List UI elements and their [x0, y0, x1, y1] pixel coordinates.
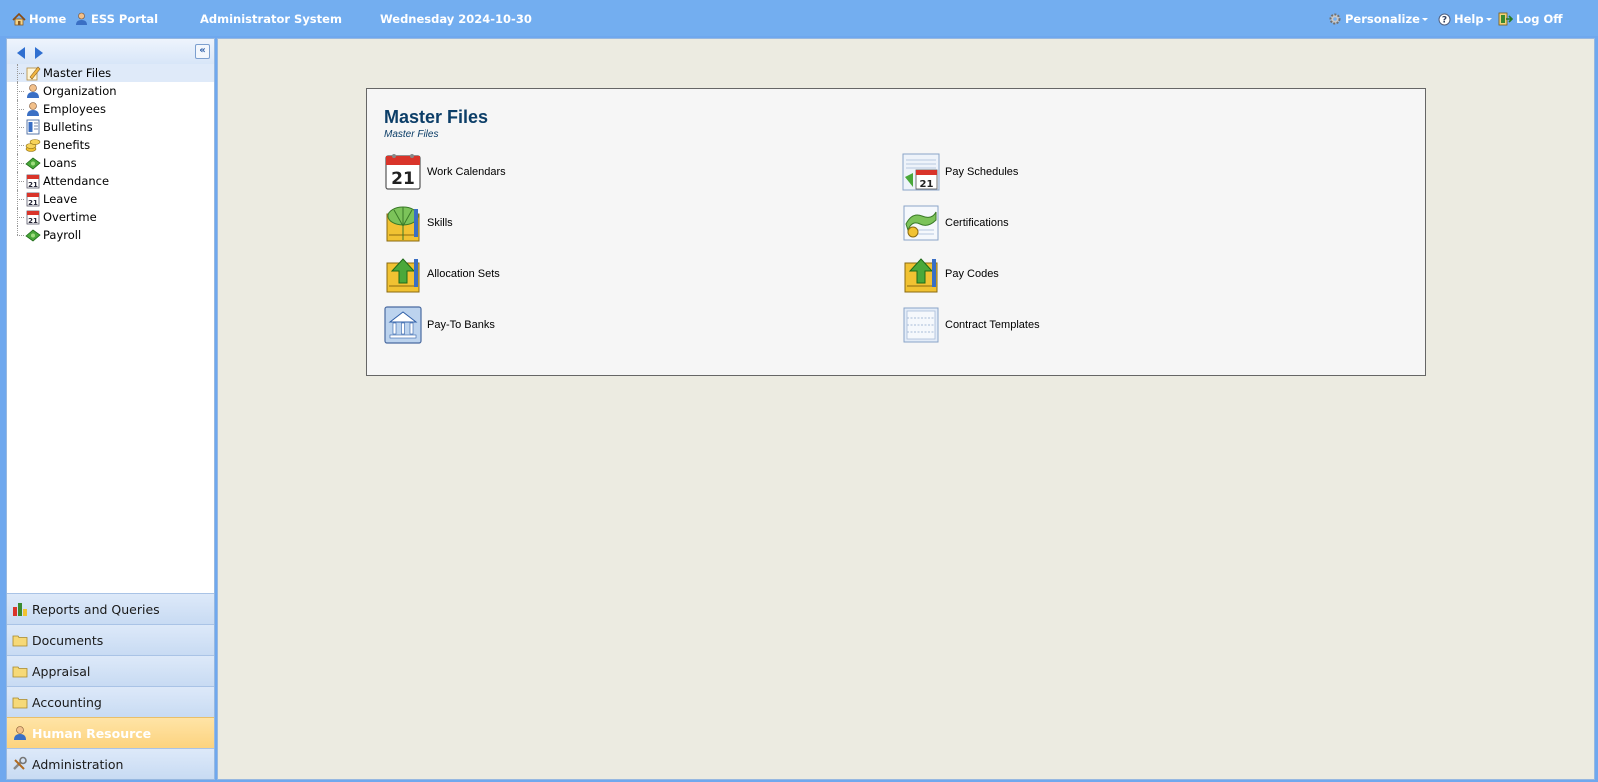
navigation-header: « [7, 39, 214, 65]
page-title: Master Files [384, 107, 489, 127]
money-icon [25, 155, 41, 171]
tree-item-benefits[interactable]: Benefits [7, 136, 214, 154]
certifications-link[interactable]: Certifications [902, 204, 1009, 242]
coins-icon [25, 137, 41, 153]
folder-icon [12, 632, 28, 648]
person-icon [25, 101, 41, 117]
tree-item-organization[interactable]: Organization [7, 82, 214, 100]
tree-item-employees[interactable]: Employees [7, 100, 214, 118]
svg-text:21: 21 [920, 179, 934, 190]
accordion-documents[interactable]: Documents [7, 624, 214, 655]
certificate-icon [902, 204, 940, 242]
pay-to-banks-link[interactable]: Pay-To Banks [384, 306, 495, 344]
accordion-human-resource[interactable]: Human Resource [7, 717, 214, 748]
module-accordion: Reports and Queries Documents Appraisal … [7, 593, 214, 779]
svg-text:21: 21 [391, 169, 415, 189]
gear-icon [1328, 12, 1342, 26]
collapse-panel-button[interactable]: « [195, 44, 210, 59]
chevron-down-icon [1421, 17, 1428, 21]
tree-item-bulletins[interactable]: Bulletins [7, 118, 214, 136]
person-icon [12, 725, 28, 741]
person-icon [75, 12, 88, 26]
svg-text:21: 21 [28, 181, 38, 189]
tree-item-payroll[interactable]: Payroll [7, 226, 214, 244]
navigation-tree: Master Files Organization Employees Bull… [7, 64, 214, 244]
home-link[interactable]: Home [12, 12, 66, 26]
folder-icon [12, 694, 28, 710]
page-subtitle: Master Files [384, 129, 439, 140]
main-content: Master Files Master Files 21 Work Calend… [217, 38, 1595, 780]
skills-link[interactable]: Skills [384, 204, 453, 242]
folder-icon [12, 663, 28, 679]
notebook-pencil-icon [25, 65, 41, 81]
skills-icon [384, 204, 422, 242]
bulletin-icon [25, 119, 41, 135]
bank-icon [384, 306, 422, 344]
accordion-administration[interactable]: Administration [7, 748, 214, 779]
svg-text:?: ? [1442, 15, 1447, 25]
chevron-down-icon [1485, 17, 1492, 21]
pay-schedule-icon: 21 [902, 153, 940, 191]
home-icon [12, 12, 26, 26]
contract-templates-link[interactable]: Contract Templates [902, 306, 1040, 344]
svg-text:21: 21 [28, 199, 38, 207]
tree-item-overtime[interactable]: 21 Overtime [7, 208, 214, 226]
pay-codes-icon [902, 255, 940, 293]
help-menu[interactable]: ? Help [1438, 12, 1492, 26]
person-icon [25, 83, 41, 99]
allocation-icon [384, 255, 422, 293]
accordion-appraisal[interactable]: Appraisal [7, 655, 214, 686]
tree-item-master-files[interactable]: Master Files [7, 64, 214, 82]
calendar-icon: 21 [25, 191, 41, 207]
system-name: Administrator System [200, 12, 342, 26]
tree-item-loans[interactable]: Loans [7, 154, 214, 172]
ess-portal-link[interactable]: ESS Portal [75, 12, 158, 26]
help-icon: ? [1438, 13, 1451, 26]
ess-portal-label: ESS Portal [91, 12, 159, 26]
calendar-icon: 21 [25, 209, 41, 225]
left-panel: « Master Files Organization Employees Bu… [6, 38, 215, 780]
personalize-label: Personalize [1345, 12, 1420, 26]
svg-text:21: 21 [28, 217, 38, 225]
current-date: Wednesday 2024-10-30 [380, 12, 532, 26]
personalize-menu[interactable]: Personalize [1328, 12, 1428, 26]
forward-arrow-icon[interactable] [35, 47, 43, 59]
logoff-icon [1498, 12, 1513, 26]
calendar-21-icon: 21 [384, 153, 422, 191]
pay-schedules-link[interactable]: 21 Pay Schedules [902, 153, 1018, 191]
reports-icon [12, 601, 28, 617]
top-bar: Home ESS Portal Administrator System Wed… [0, 0, 1598, 36]
contract-icon [902, 306, 940, 344]
allocation-sets-link[interactable]: Allocation Sets [384, 255, 500, 293]
master-files-panel: Master Files Master Files 21 Work Calend… [366, 88, 1426, 376]
accordion-reports-and-queries[interactable]: Reports and Queries [7, 593, 214, 624]
home-label: Home [29, 12, 67, 26]
tree-item-leave[interactable]: 21 Leave [7, 190, 214, 208]
money-icon [25, 227, 41, 243]
accordion-accounting[interactable]: Accounting [7, 686, 214, 717]
tools-icon [12, 756, 28, 772]
help-label: Help [1454, 12, 1484, 26]
pay-codes-link[interactable]: Pay Codes [902, 255, 999, 293]
calendar-icon: 21 [25, 173, 41, 189]
work-calendars-link[interactable]: 21 Work Calendars [384, 153, 506, 191]
logoff-link[interactable]: Log Off [1498, 12, 1563, 26]
tree-item-attendance[interactable]: 21 Attendance [7, 172, 214, 190]
logoff-label: Log Off [1516, 12, 1563, 26]
back-arrow-icon[interactable] [17, 47, 25, 59]
